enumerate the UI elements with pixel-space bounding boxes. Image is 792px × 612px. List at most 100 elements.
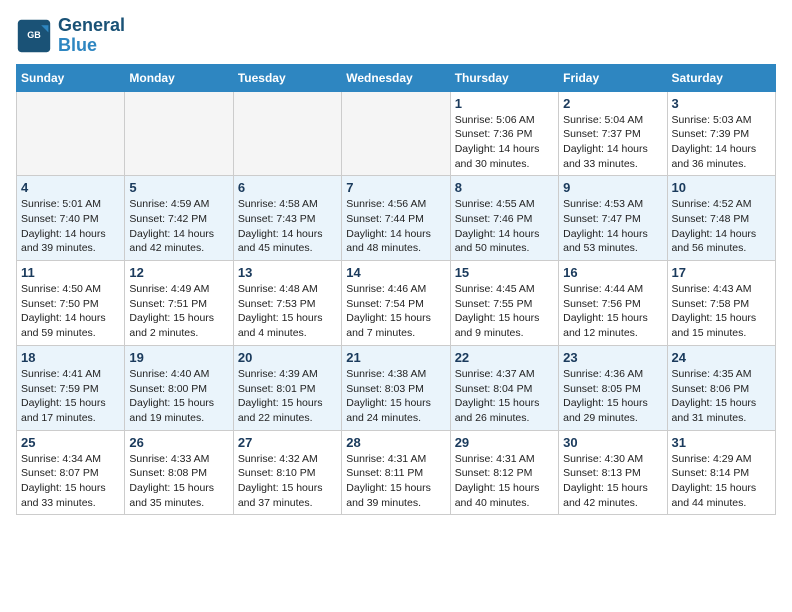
calendar-day-16: 16Sunrise: 4:44 AM Sunset: 7:56 PM Dayli…	[559, 261, 667, 346]
calendar-day-24: 24 Sunrise: 4:35 AM Sunset: 8:06 PM Dayli…	[667, 345, 775, 430]
day-number: 18	[21, 350, 120, 365]
calendar-day-27: 27Sunrise: 4:32 AM Sunset: 8:10 PM Dayli…	[233, 430, 341, 515]
svg-text:GB: GB	[27, 30, 41, 40]
day-number: 30	[563, 435, 662, 450]
calendar-day-8: 8 Sunrise: 4:55 AM Sunset: 7:46 PM Daylig…	[450, 176, 558, 261]
logo-icon: GB	[16, 18, 52, 54]
day-number: 11	[21, 265, 120, 280]
day-number: 31	[672, 435, 771, 450]
day-number: 7	[346, 180, 445, 195]
calendar-week-1: 1 Sunrise: 5:06 AM Sunset: 7:36 PM Daylig…	[17, 91, 776, 176]
calendar-header-row: SundayMondayTuesdayWednesdayThursdayFrid…	[17, 64, 776, 91]
day-number: 10	[672, 180, 771, 195]
day-info: Sunrise: 4:39 AM Sunset: 8:01 PM Dayligh…	[238, 367, 337, 426]
day-info: Sunrise: 4:55 AM Sunset: 7:46 PM Dayligh…	[455, 197, 554, 256]
day-number: 20	[238, 350, 337, 365]
calendar-day-29: 29 Sunrise: 4:31 AM Sunset: 8:12 PM Dayli…	[450, 430, 558, 515]
calendar-day-12: 12 Sunrise: 4:49 AM Sunset: 7:51 PM Dayli…	[125, 261, 233, 346]
day-number: 4	[21, 180, 120, 195]
day-info: Sunrise: 4:35 AM Sunset: 8:06 PM Dayligh…	[672, 367, 771, 426]
calendar-day-10: 10 Sunrise: 4:52 AM Sunset: 7:48 PM Dayli…	[667, 176, 775, 261]
calendar-day-30: 30 Sunrise: 4:30 AM Sunset: 8:13 PM Dayli…	[559, 430, 667, 515]
day-info: Sunrise: 4:59 AM Sunset: 7:42 PM Dayligh…	[129, 197, 228, 256]
day-info: Sunrise: 4:43 AM Sunset: 7:58 PM Dayligh…	[672, 282, 771, 341]
day-number: 2	[563, 96, 662, 111]
calendar-day-2: 2 Sunrise: 5:04 AM Sunset: 7:37 PM Daylig…	[559, 91, 667, 176]
logo: GB General Blue	[16, 16, 125, 56]
calendar-day-14: 14Sunrise: 4:46 AM Sunset: 7:54 PM Dayli…	[342, 261, 450, 346]
day-number: 1	[455, 96, 554, 111]
calendar-day-empty	[233, 91, 341, 176]
weekday-header-saturday: Saturday	[667, 64, 775, 91]
day-number: 17	[672, 265, 771, 280]
day-info: Sunrise: 4:49 AM Sunset: 7:51 PM Dayligh…	[129, 282, 228, 341]
calendar-day-5: 5 Sunrise: 4:59 AM Sunset: 7:42 PM Daylig…	[125, 176, 233, 261]
day-number: 16	[563, 265, 662, 280]
day-info: Sunrise: 4:30 AM Sunset: 8:13 PM Dayligh…	[563, 452, 662, 511]
day-number: 19	[129, 350, 228, 365]
day-number: 12	[129, 265, 228, 280]
calendar-day-4: 4Sunrise: 5:01 AM Sunset: 7:40 PM Daylig…	[17, 176, 125, 261]
calendar-day-23: 23 Sunrise: 4:36 AM Sunset: 8:05 PM Dayli…	[559, 345, 667, 430]
calendar-day-11: 11Sunrise: 4:50 AM Sunset: 7:50 PM Dayli…	[17, 261, 125, 346]
day-info: Sunrise: 4:31 AM Sunset: 8:12 PM Dayligh…	[455, 452, 554, 511]
calendar-day-empty	[17, 91, 125, 176]
calendar-day-28: 28Sunrise: 4:31 AM Sunset: 8:11 PM Dayli…	[342, 430, 450, 515]
day-number: 3	[672, 96, 771, 111]
day-number: 29	[455, 435, 554, 450]
weekday-header-friday: Friday	[559, 64, 667, 91]
day-number: 22	[455, 350, 554, 365]
weekday-header-monday: Monday	[125, 64, 233, 91]
day-number: 26	[129, 435, 228, 450]
day-info: Sunrise: 4:46 AM Sunset: 7:54 PM Dayligh…	[346, 282, 445, 341]
day-number: 8	[455, 180, 554, 195]
day-info: Sunrise: 4:40 AM Sunset: 8:00 PM Dayligh…	[129, 367, 228, 426]
day-info: Sunrise: 4:58 AM Sunset: 7:43 PM Dayligh…	[238, 197, 337, 256]
day-number: 27	[238, 435, 337, 450]
day-number: 21	[346, 350, 445, 365]
logo-text: General Blue	[58, 16, 125, 56]
day-info: Sunrise: 4:31 AM Sunset: 8:11 PM Dayligh…	[346, 452, 445, 511]
calendar: SundayMondayTuesdayWednesdayThursdayFrid…	[16, 64, 776, 516]
day-info: Sunrise: 4:29 AM Sunset: 8:14 PM Dayligh…	[672, 452, 771, 511]
day-info: Sunrise: 4:56 AM Sunset: 7:44 PM Dayligh…	[346, 197, 445, 256]
day-info: Sunrise: 5:06 AM Sunset: 7:36 PM Dayligh…	[455, 113, 554, 172]
day-info: Sunrise: 4:37 AM Sunset: 8:04 PM Dayligh…	[455, 367, 554, 426]
weekday-header-wednesday: Wednesday	[342, 64, 450, 91]
calendar-week-3: 11Sunrise: 4:50 AM Sunset: 7:50 PM Dayli…	[17, 261, 776, 346]
day-number: 6	[238, 180, 337, 195]
day-info: Sunrise: 4:41 AM Sunset: 7:59 PM Dayligh…	[21, 367, 120, 426]
weekday-header-thursday: Thursday	[450, 64, 558, 91]
calendar-day-31: 31 Sunrise: 4:29 AM Sunset: 8:14 PM Dayli…	[667, 430, 775, 515]
weekday-header-tuesday: Tuesday	[233, 64, 341, 91]
day-info: Sunrise: 4:53 AM Sunset: 7:47 PM Dayligh…	[563, 197, 662, 256]
day-number: 25	[21, 435, 120, 450]
calendar-day-19: 19 Sunrise: 4:40 AM Sunset: 8:00 PM Dayli…	[125, 345, 233, 430]
calendar-day-15: 15Sunrise: 4:45 AM Sunset: 7:55 PM Dayli…	[450, 261, 558, 346]
day-number: 15	[455, 265, 554, 280]
day-info: Sunrise: 5:04 AM Sunset: 7:37 PM Dayligh…	[563, 113, 662, 172]
header: GB General Blue	[16, 16, 776, 56]
calendar-day-17: 17 Sunrise: 4:43 AM Sunset: 7:58 PM Dayli…	[667, 261, 775, 346]
calendar-day-20: 20 Sunrise: 4:39 AM Sunset: 8:01 PM Dayli…	[233, 345, 341, 430]
day-info: Sunrise: 4:36 AM Sunset: 8:05 PM Dayligh…	[563, 367, 662, 426]
calendar-day-empty	[125, 91, 233, 176]
calendar-week-5: 25Sunrise: 4:34 AM Sunset: 8:07 PM Dayli…	[17, 430, 776, 515]
calendar-day-25: 25Sunrise: 4:34 AM Sunset: 8:07 PM Dayli…	[17, 430, 125, 515]
calendar-day-18: 18 Sunrise: 4:41 AM Sunset: 7:59 PM Dayli…	[17, 345, 125, 430]
calendar-day-9: 9Sunrise: 4:53 AM Sunset: 7:47 PM Daylig…	[559, 176, 667, 261]
calendar-day-7: 7 Sunrise: 4:56 AM Sunset: 7:44 PM Daylig…	[342, 176, 450, 261]
calendar-day-21: 21Sunrise: 4:38 AM Sunset: 8:03 PM Dayli…	[342, 345, 450, 430]
calendar-week-4: 18 Sunrise: 4:41 AM Sunset: 7:59 PM Dayli…	[17, 345, 776, 430]
day-info: Sunrise: 4:48 AM Sunset: 7:53 PM Dayligh…	[238, 282, 337, 341]
day-info: Sunrise: 4:52 AM Sunset: 7:48 PM Dayligh…	[672, 197, 771, 256]
day-number: 13	[238, 265, 337, 280]
calendar-day-13: 13 Sunrise: 4:48 AM Sunset: 7:53 PM Dayli…	[233, 261, 341, 346]
day-info: Sunrise: 5:03 AM Sunset: 7:39 PM Dayligh…	[672, 113, 771, 172]
calendar-day-3: 3 Sunrise: 5:03 AM Sunset: 7:39 PM Daylig…	[667, 91, 775, 176]
day-number: 5	[129, 180, 228, 195]
calendar-day-22: 22 Sunrise: 4:37 AM Sunset: 8:04 PM Dayli…	[450, 345, 558, 430]
day-number: 24	[672, 350, 771, 365]
calendar-day-empty	[342, 91, 450, 176]
day-number: 23	[563, 350, 662, 365]
